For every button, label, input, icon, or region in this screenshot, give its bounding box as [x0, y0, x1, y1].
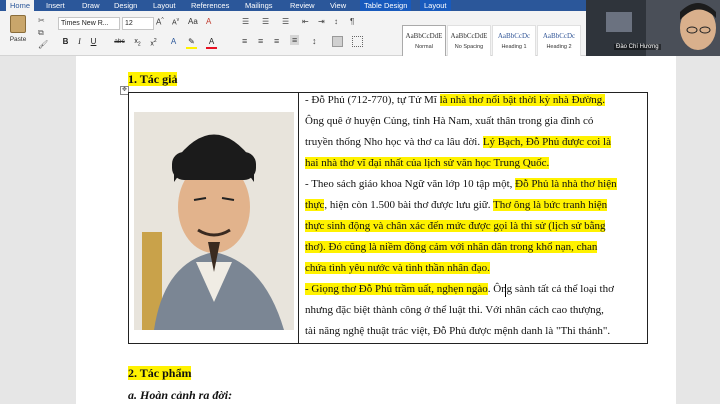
text-line-4: hai nhà thơ vĩ đại nhất của lịch sử văn …	[305, 157, 550, 169]
tab-table-layout[interactable]: Layout	[420, 0, 451, 11]
style-no-spacing[interactable]: AaBbCcDdE No Spacing	[447, 25, 491, 57]
copy-icon[interactable]: ⧉	[38, 28, 44, 38]
heading-author: 1. Tác giả	[128, 72, 178, 86]
clear-formatting-icon[interactable]: A	[206, 17, 211, 26]
font-color-icon[interactable]: A	[206, 36, 217, 49]
bold-button[interactable]: B	[60, 36, 71, 47]
subheading-context: a. Hoàn cảnh ra đời:	[128, 388, 233, 402]
bullets-icon[interactable]: ☰	[242, 17, 249, 26]
du-fu-portrait-icon	[134, 112, 294, 330]
tab-mailings[interactable]: Mailings	[245, 0, 273, 11]
portrait-image	[134, 112, 294, 330]
cut-icon[interactable]: ✂	[38, 16, 45, 25]
heading-work: 2. Tác phẩm	[128, 366, 192, 380]
text-effects-icon[interactable]: A	[168, 36, 179, 47]
tab-view[interactable]: View	[330, 0, 346, 11]
text-line-1: - Đỗ Phủ (712-770), tự Tử Mĩ là nhà thơ …	[305, 94, 606, 106]
font-name-box[interactable]: Times New R...	[58, 17, 120, 30]
line-spacing-icon[interactable]: ↕	[312, 36, 317, 46]
text-line-12: tài năng nghệ thuật trác việt, Đỗ Phủ đư…	[305, 325, 611, 337]
style-heading-2[interactable]: AaBbCcDc Heading 2	[537, 25, 581, 57]
style-normal[interactable]: AaBbCcDdE Normal	[402, 25, 446, 57]
change-case-icon[interactable]: Aa	[188, 17, 198, 26]
tab-table-design[interactable]: Table Design	[360, 0, 412, 11]
superscript-button[interactable]: x2	[148, 36, 159, 47]
text-line-11: nhưng đặc biệt thành công ở thể luật thi…	[305, 304, 604, 316]
tab-insert[interactable]: Insert	[46, 0, 65, 11]
italic-button[interactable]: I	[74, 36, 85, 47]
grow-font-icon[interactable]: A^	[156, 17, 164, 27]
format-painter-icon[interactable]: 🖌	[38, 40, 48, 49]
highlight-icon[interactable]: ✎	[186, 36, 197, 49]
tab-references[interactable]: References	[191, 0, 229, 11]
text-line-8: thơ). Đó cũng là niềm đồng cảm với nhân …	[305, 241, 598, 253]
text-line-5: - Theo sách giáo khoa Ngữ văn lớp 10 tập…	[305, 178, 617, 190]
shading-icon[interactable]	[332, 36, 343, 47]
underline-button[interactable]: U	[88, 36, 99, 47]
text-line-6: thực, hiện còn 1.500 bài thơ được lưu gi…	[305, 199, 608, 211]
style-heading-1[interactable]: AaBbCcDc Heading 1	[492, 25, 536, 57]
text-line-7: thực sinh động và chân xác đến mức được …	[305, 220, 606, 232]
clipboard-icon	[10, 15, 26, 33]
multilevel-list-icon[interactable]: ☰	[282, 17, 289, 26]
sort-icon[interactable]: ↕	[334, 17, 338, 26]
video-overlay: Đào Chí Hương	[586, 0, 720, 56]
text-cursor	[505, 284, 506, 297]
align-right-icon[interactable]: ≡	[274, 36, 279, 46]
participant-name: Đào Chí Hương	[614, 44, 661, 50]
left-canvas-margin	[0, 56, 76, 404]
numbering-icon[interactable]: ☰	[262, 17, 269, 26]
shrink-font-icon[interactable]: Av	[172, 17, 179, 26]
table-divider	[298, 92, 299, 343]
text-line-2: Ông quê ở huyện Củng, tỉnh Hà Nam, xuất …	[305, 115, 594, 127]
text-line-3: truyền thống Nho học và thơ ca lâu đời. …	[305, 136, 611, 148]
justify-icon[interactable]: ≡	[290, 35, 300, 45]
align-left-icon[interactable]: ≡	[242, 36, 247, 46]
tab-layout[interactable]: Layout	[153, 0, 176, 11]
decrease-indent-icon[interactable]: ⇤	[302, 17, 309, 26]
align-center-icon[interactable]: ≡	[258, 36, 263, 46]
show-marks-icon[interactable]: ¶	[350, 17, 354, 26]
text-line-9: chứa tình yêu nước và tình thần nhân đạo…	[305, 262, 490, 274]
tab-draw[interactable]: Draw	[82, 0, 100, 11]
increase-indent-icon[interactable]: ⇥	[318, 17, 325, 26]
text-line-10: - Giọng thơ Đỗ Phủ trầm uất, nghẹn ngào.…	[305, 283, 614, 295]
tab-review[interactable]: Review	[290, 0, 315, 11]
borders-icon[interactable]	[352, 36, 363, 47]
tab-home[interactable]: Home	[6, 0, 35, 11]
paste-button[interactable]: Paste	[6, 15, 30, 43]
subscript-button[interactable]: x2	[132, 36, 143, 47]
tab-design[interactable]: Design	[114, 0, 137, 11]
strikethrough-button[interactable]: abc	[114, 36, 125, 47]
font-size-box[interactable]: 12	[122, 17, 154, 30]
